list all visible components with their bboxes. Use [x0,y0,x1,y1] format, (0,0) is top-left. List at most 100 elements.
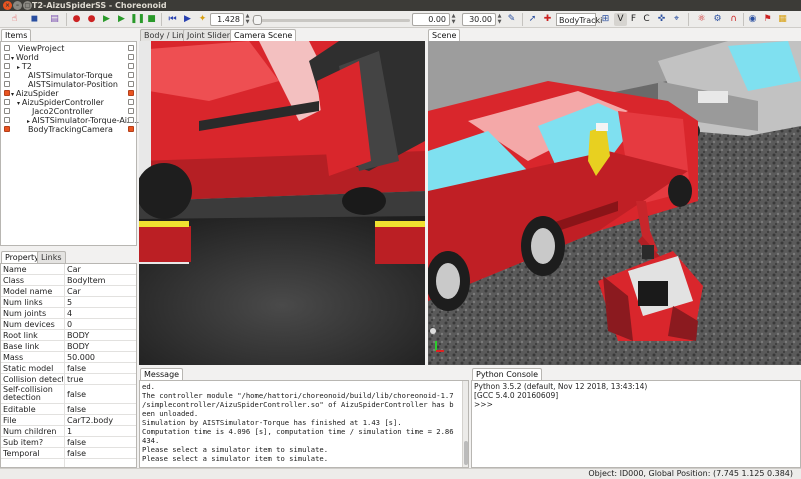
item-checkbox[interactable] [4,72,10,78]
tab-python-console[interactable]: Python Console [472,368,543,380]
simulation-play-icon[interactable]: ▶ [115,13,128,26]
property-value[interactable]: 50.000 [67,352,131,363]
minimize-window-button[interactable]: – [13,1,22,10]
tree-item[interactable]: ▾ AizuSpiderController [17,98,121,107]
property-row[interactable]: Static model false [1,363,136,374]
playback-icon[interactable]: ▶ [181,13,194,26]
property-row[interactable]: Sub item? false [1,437,136,448]
property-row[interactable]: Editable false [1,404,136,415]
property-row[interactable]: Mass 50.000 [1,352,136,363]
maximize-window-button[interactable]: □ [23,1,32,10]
property-value[interactable]: true [67,374,131,385]
pointer-icon[interactable]: ➚ [526,13,539,26]
simulation-start-icon[interactable]: ● [85,13,98,26]
property-value[interactable]: 0 [67,319,131,330]
tree-item[interactable]: ▸ T2 [17,62,121,71]
item-checkbox[interactable] [4,99,10,105]
item-visibility-checkbox[interactable] [128,117,134,123]
message-scrollbar[interactable] [462,381,468,467]
item-visibility-checkbox[interactable] [128,108,134,114]
tab-scene[interactable]: Scene [428,29,461,41]
physics-icon[interactable]: ⚛ [695,13,708,26]
property-value[interactable]: BODY [67,330,131,341]
start-time-input[interactable]: 0.00 [412,13,450,26]
camera-scene-view[interactable] [139,41,425,365]
item-visibility-checkbox[interactable] [128,54,134,60]
property-value[interactable]: 4 [67,308,131,319]
property-row[interactable]: Base link BODY [1,341,136,352]
item-checkbox[interactable] [4,117,10,123]
simulation-stop-icon[interactable]: ■ [145,13,158,26]
time-slider-track[interactable] [252,19,410,22]
property-value[interactable]: false [67,448,131,459]
item-checkbox[interactable] [4,90,10,96]
tree-item[interactable]: Jaco2Controller [32,107,136,116]
time-input[interactable]: 1.428 [210,13,244,26]
tab-links[interactable]: Links [37,251,66,263]
tree-item[interactable]: ▾ AizuSpider [11,89,115,98]
coordinate-icon[interactable]: ✜ [655,13,668,26]
property-row[interactable]: Self-collision detection false [1,385,136,404]
tool-wrench-icon[interactable]: ✎ [505,13,518,26]
tree-item[interactable]: AISTSimulator-Position [28,80,132,89]
tree-item[interactable]: AISTSimulator-Torque [28,71,132,80]
python-console-pane[interactable]: Python 3.5.2 (default, Nov 12 2018, 13:4… [471,380,801,468]
item-visibility-checkbox[interactable] [128,45,134,51]
body-tracking-label[interactable]: BodyTracki [556,13,602,26]
camera-icon[interactable]: ◼ [28,13,41,26]
tab-message[interactable]: Message [140,368,184,380]
property-row[interactable]: Model name Car [1,286,136,297]
item-checkbox[interactable] [4,81,10,87]
item-checkbox[interactable] [4,63,10,69]
seek-start-icon[interactable]: ⏮ [166,13,179,26]
tree-item[interactable]: ▸ AISTSimulator-Torque-Aiz… [27,116,139,125]
item-visibility-checkbox[interactable] [128,72,134,78]
globe-icon[interactable]: ◉ [746,13,759,26]
simulation-pause-icon[interactable]: ❚❚ [130,13,145,26]
python-console-output[interactable]: Python 3.5.2 (default, Nov 12 2018, 13:4… [474,382,647,409]
item-visibility-checkbox[interactable] [128,81,134,87]
property-row[interactable]: Class BodyItem [1,275,136,286]
tab-items[interactable]: Items [1,29,32,41]
property-value[interactable]: 5 [67,297,131,308]
item-checkbox[interactable] [4,126,10,132]
body-tracking-icon[interactable]: ✚ [541,13,554,26]
end-time-input[interactable]: 30.00 [462,13,496,26]
item-visibility-checkbox[interactable] [128,90,134,96]
property-value[interactable]: false [67,363,131,374]
item-visibility-checkbox[interactable] [128,99,134,105]
time-slider-handle[interactable] [253,15,262,25]
scene-view[interactable] [428,41,801,365]
magnet-icon[interactable]: ∩ [727,13,740,26]
property-row[interactable]: Num joints 4 [1,308,136,319]
property-row[interactable]: Temporal false [1,448,136,459]
property-value[interactable]: Car [67,264,131,275]
property-row[interactable]: Name Car [1,264,136,275]
property-row[interactable]: Num devices 0 [1,319,136,330]
property-value[interactable]: false [67,385,131,404]
grid-icon[interactable]: ⊞ [599,13,612,26]
end-time-stepper[interactable]: ▲ ▼ [496,13,503,26]
tab-camera-scene[interactable]: Camera Scene [230,29,297,41]
time-stepper[interactable]: ▲ ▼ [244,13,251,26]
property-value[interactable]: false [67,437,131,448]
property-value[interactable]: BodyItem [67,275,131,286]
close-window-button[interactable]: × [3,1,12,10]
tree-item[interactable]: ▾ World [11,53,115,62]
tree-item[interactable]: ViewProject [18,44,122,53]
property-value[interactable]: 1 [67,426,131,437]
tree-item[interactable]: BodyTrackingCamera [28,125,132,134]
property-value[interactable]: BODY [67,341,131,352]
property-value[interactable]: Car [67,286,131,297]
property-row[interactable]: Collision detection true [1,374,136,385]
item-visibility-checkbox[interactable] [128,63,134,69]
simulation-reset-icon[interactable]: ● [70,13,83,26]
v-toggle[interactable]: V [614,13,627,26]
item-checkbox[interactable] [4,45,10,51]
timer-icon[interactable]: ✦ [196,13,209,26]
robot-icon[interactable]: ⚙ [711,13,724,26]
select-mode-icon[interactable]: ☝ [8,13,21,26]
property-value[interactable]: false [67,404,131,415]
flag-icon[interactable]: ⚑ [761,13,774,26]
property-row[interactable]: Num children 1 [1,426,136,437]
